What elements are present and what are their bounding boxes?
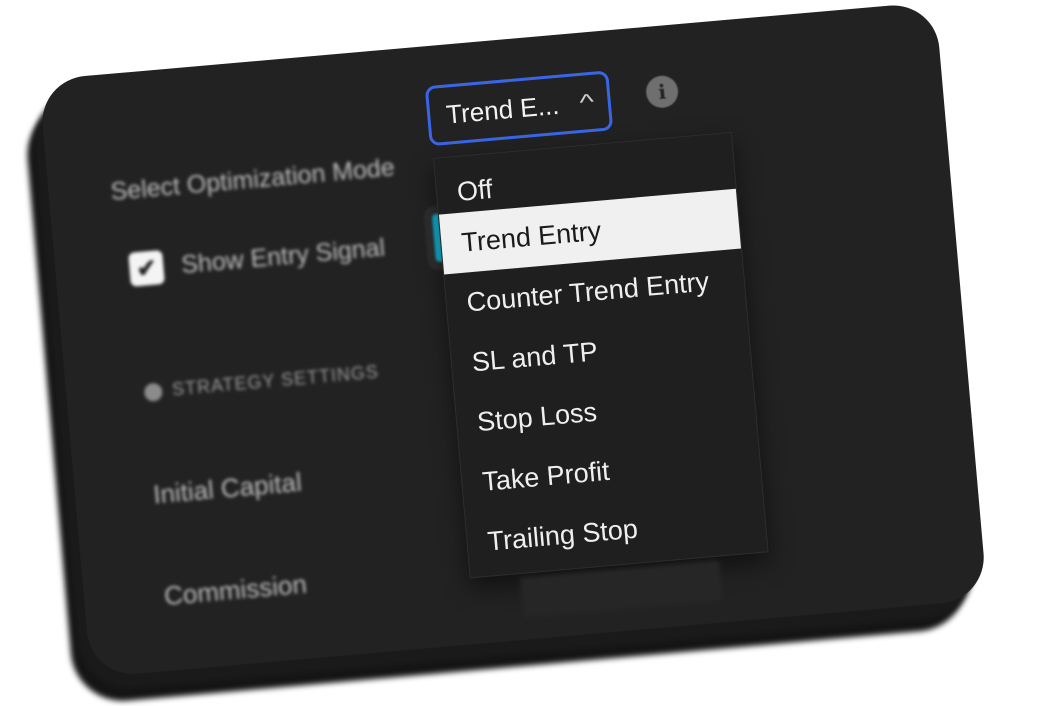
optimization-mode-menu: Off Trend Entry Counter Trend Entry SL a… [432,131,769,579]
strategy-settings-header: STRATEGY SETTINGS [143,361,380,403]
section-dot-icon [143,381,164,402]
select-value: Trend E... [444,89,561,130]
settings-panel: Select Optimization Mode ✔ Show Entry Si… [38,1,988,678]
commission-label: Commission [162,568,308,612]
checkmark-icon: ✔ [135,254,158,283]
settings-dialog: Select Optimization Mode ✔ Show Entry Si… [23,1,988,706]
show-entry-signal-row[interactable]: ✔ Show Entry Signal [128,231,386,287]
show-entry-signal-label: Show Entry Signal [180,233,387,279]
show-entry-signal-checkbox[interactable]: ✔ [128,249,165,287]
initial-capital-label: Initial Capital [151,466,303,510]
chevron-up-icon: ^ [578,88,595,115]
section-title: STRATEGY SETTINGS [171,361,380,400]
optimization-mode-label: Select Optimization Mode [109,153,396,207]
